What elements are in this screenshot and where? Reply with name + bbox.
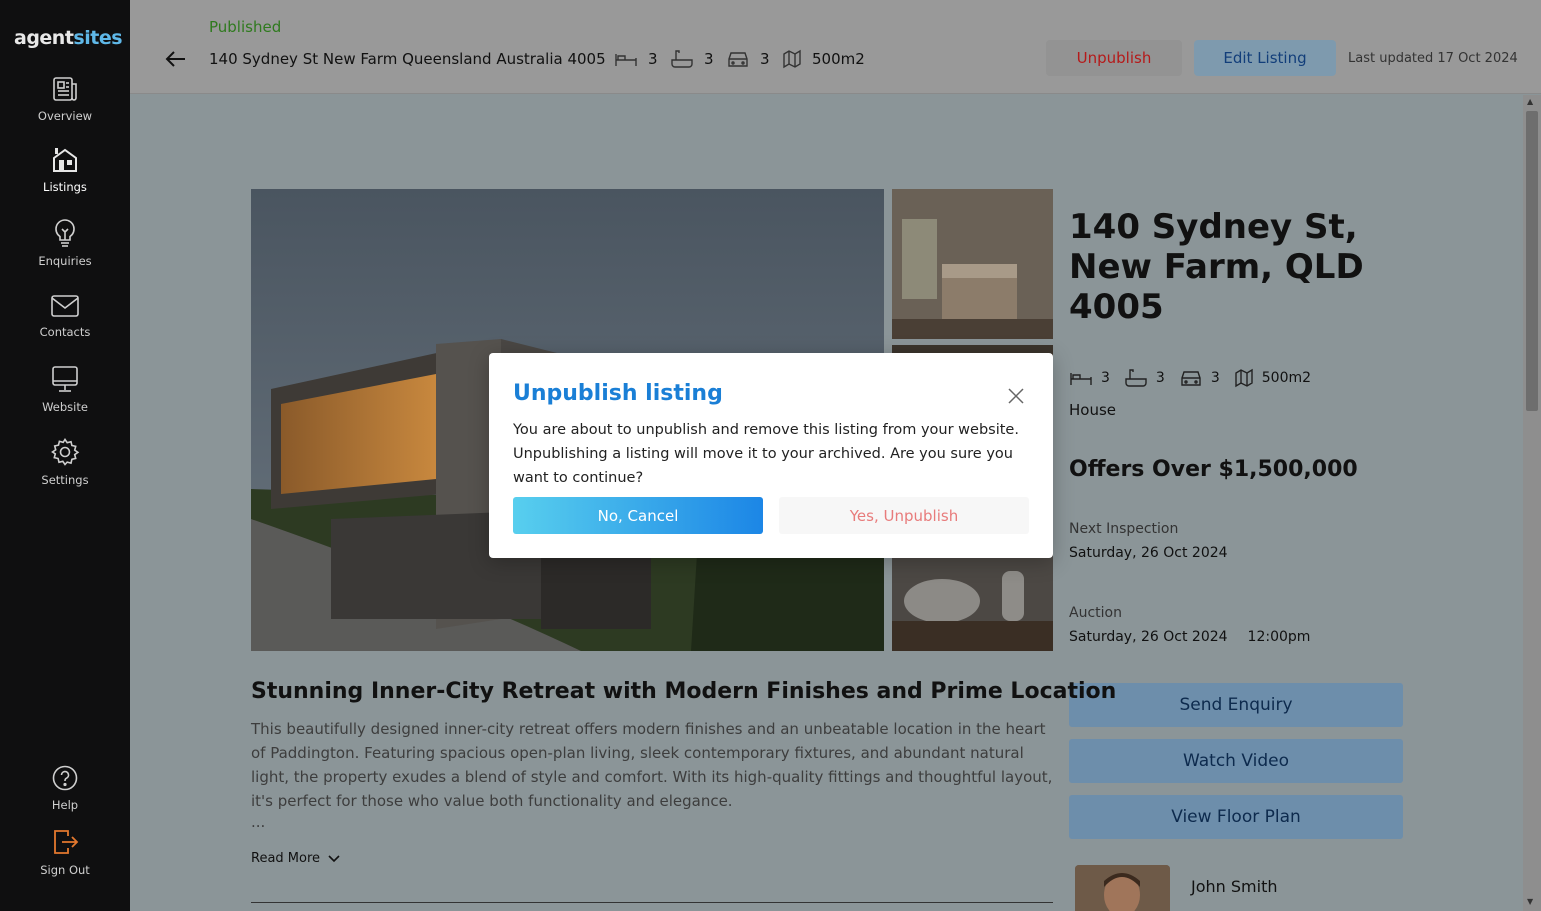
bed-icon: [1070, 373, 1092, 385]
help-icon: [52, 765, 78, 791]
logo-accent: sites: [73, 27, 123, 49]
property-type: House: [1069, 401, 1117, 419]
house-icon: [53, 148, 77, 172]
baths-count: 3: [1155, 370, 1165, 386]
sidebar-item-label: Enquiries: [38, 254, 92, 268]
sidebar-item-contacts[interactable]: Contacts: [0, 293, 130, 339]
sidebar-item-label: Listings: [43, 180, 87, 194]
section-divider: [251, 902, 1053, 903]
listing-header: Published 140 Sydney St New Farm Queensl…: [130, 0, 1541, 94]
sidebar-item-label: Settings: [41, 473, 89, 487]
area-value: 500m2: [812, 50, 865, 68]
read-more-label: Read More: [251, 851, 321, 866]
listing-title-line: 4005: [1069, 287, 1164, 327]
gear-icon: [51, 438, 80, 466]
auction-datetime: Saturday, 26 Oct 2024 12:00pm: [1069, 629, 1310, 645]
cars-count: 3: [1210, 370, 1220, 386]
header-address: 140 Sydney St New Farm Queensland Austra…: [209, 50, 606, 68]
beds-count: 3: [1101, 370, 1110, 386]
modal-title: Unpublish listing: [513, 381, 723, 406]
sidebar-item-label: Overview: [37, 109, 93, 123]
inspection-label: Next Inspection: [1069, 521, 1179, 537]
send-enquiry-button[interactable]: Send Enquiry: [1069, 683, 1403, 727]
monitor-icon: [52, 366, 78, 392]
scroll-up-arrow-icon[interactable]: ▲: [1527, 97, 1533, 106]
last-updated: Last updated 17 Oct 2024: [1348, 51, 1518, 66]
bedroom-photo: [892, 189, 1053, 339]
scrollbar-thumb[interactable]: [1526, 111, 1538, 411]
bath-icon: [671, 50, 693, 68]
listing-headline: Stunning Inner-City Retreat with Modern …: [251, 679, 1117, 704]
sidebar-item-sign-out[interactable]: Sign Out: [0, 827, 130, 877]
chevron-down-icon: [328, 854, 340, 862]
cancel-button[interactable]: No, Cancel: [513, 497, 763, 534]
header-baths: 3: [670, 47, 714, 71]
back-arrow-icon[interactable]: [164, 47, 188, 71]
baths-count: 3: [704, 50, 714, 68]
car-icon: [728, 52, 748, 67]
unpublish-modal: Unpublish listing You are about to unpub…: [489, 353, 1053, 558]
newspaper-icon: [53, 77, 77, 101]
scroll-down-arrow-icon[interactable]: ▼: [1527, 897, 1533, 906]
beds-count: 3: [648, 50, 658, 68]
car-icon: [1181, 371, 1201, 386]
sidebar-item-settings[interactable]: Settings: [0, 437, 130, 487]
sidebar-item-overview[interactable]: Overview: [0, 75, 130, 123]
auction-label: Auction: [1069, 605, 1122, 621]
listing-description: This beautifully designed inner-city ret…: [251, 720, 1053, 810]
sidebar: agentsites Overview Listings Enquiries C…: [0, 0, 130, 911]
gallery-thumbnail[interactable]: [892, 189, 1053, 339]
inspection-date: Saturday, 26 Oct 2024: [1069, 545, 1228, 561]
sign-out-icon: [54, 830, 79, 854]
agent-card: John Smith: [1069, 857, 1403, 911]
sidebar-item-help[interactable]: Help: [0, 764, 130, 812]
sidebar-item-label: Website: [42, 400, 88, 414]
area-value: 500m2: [1261, 370, 1312, 386]
listing-title: 140 Sydney St, New Farm, QLD 4005: [1069, 207, 1389, 327]
page-scrollbar[interactable]: ▲ ▼: [1523, 95, 1541, 911]
listing-price: Offers Over $1,500,000: [1069, 457, 1358, 482]
sidebar-item-website[interactable]: Website: [0, 364, 130, 414]
confirm-unpublish-button[interactable]: Yes, Unpublish: [779, 497, 1029, 534]
status-badge: Published: [209, 18, 282, 36]
watch-video-button[interactable]: Watch Video: [1069, 739, 1403, 783]
sidebar-item-enquiries[interactable]: Enquiries: [0, 218, 130, 268]
envelope-icon: [51, 295, 79, 317]
sidebar-item-label: Contacts: [39, 325, 91, 339]
listing-title-line: New Farm, QLD: [1069, 247, 1364, 287]
bath-icon: [1125, 369, 1147, 387]
agent-name: John Smith: [1191, 877, 1278, 896]
edit-listing-button[interactable]: Edit Listing: [1194, 40, 1336, 76]
sidebar-item-label: Help: [51, 798, 79, 812]
description-ellipsis: ...: [251, 813, 266, 831]
floor-area-icon: [1235, 368, 1253, 388]
header-area: 500m2: [782, 47, 865, 71]
auction-date: Saturday, 26 Oct 2024: [1069, 629, 1228, 645]
view-floor-plan-button[interactable]: View Floor Plan: [1069, 795, 1403, 839]
auction-time: 12:00pm: [1247, 629, 1311, 645]
floor-area-icon: [783, 49, 801, 69]
header-cars: 3: [726, 47, 770, 71]
listing-features: 3 3 3 500m2: [1069, 366, 1311, 390]
sidebar-item-label: Sign Out: [40, 863, 90, 877]
sidebar-item-listings[interactable]: Listings: [0, 146, 130, 194]
read-more-link[interactable]: Read More: [251, 851, 340, 866]
header-beds: 3: [614, 47, 658, 71]
close-icon[interactable]: [1005, 385, 1027, 407]
bed-icon: [615, 54, 637, 66]
app-logo[interactable]: agentsites: [14, 27, 123, 49]
agent-avatar: [1075, 865, 1170, 911]
listing-title-line: 140 Sydney St,: [1069, 207, 1358, 247]
modal-message: You are about to unpublish and remove th…: [513, 422, 1019, 486]
cars-count: 3: [760, 50, 770, 68]
logo-main: agent: [14, 27, 74, 49]
lightbulb-icon: [55, 219, 75, 247]
unpublish-button[interactable]: Unpublish: [1046, 40, 1182, 76]
